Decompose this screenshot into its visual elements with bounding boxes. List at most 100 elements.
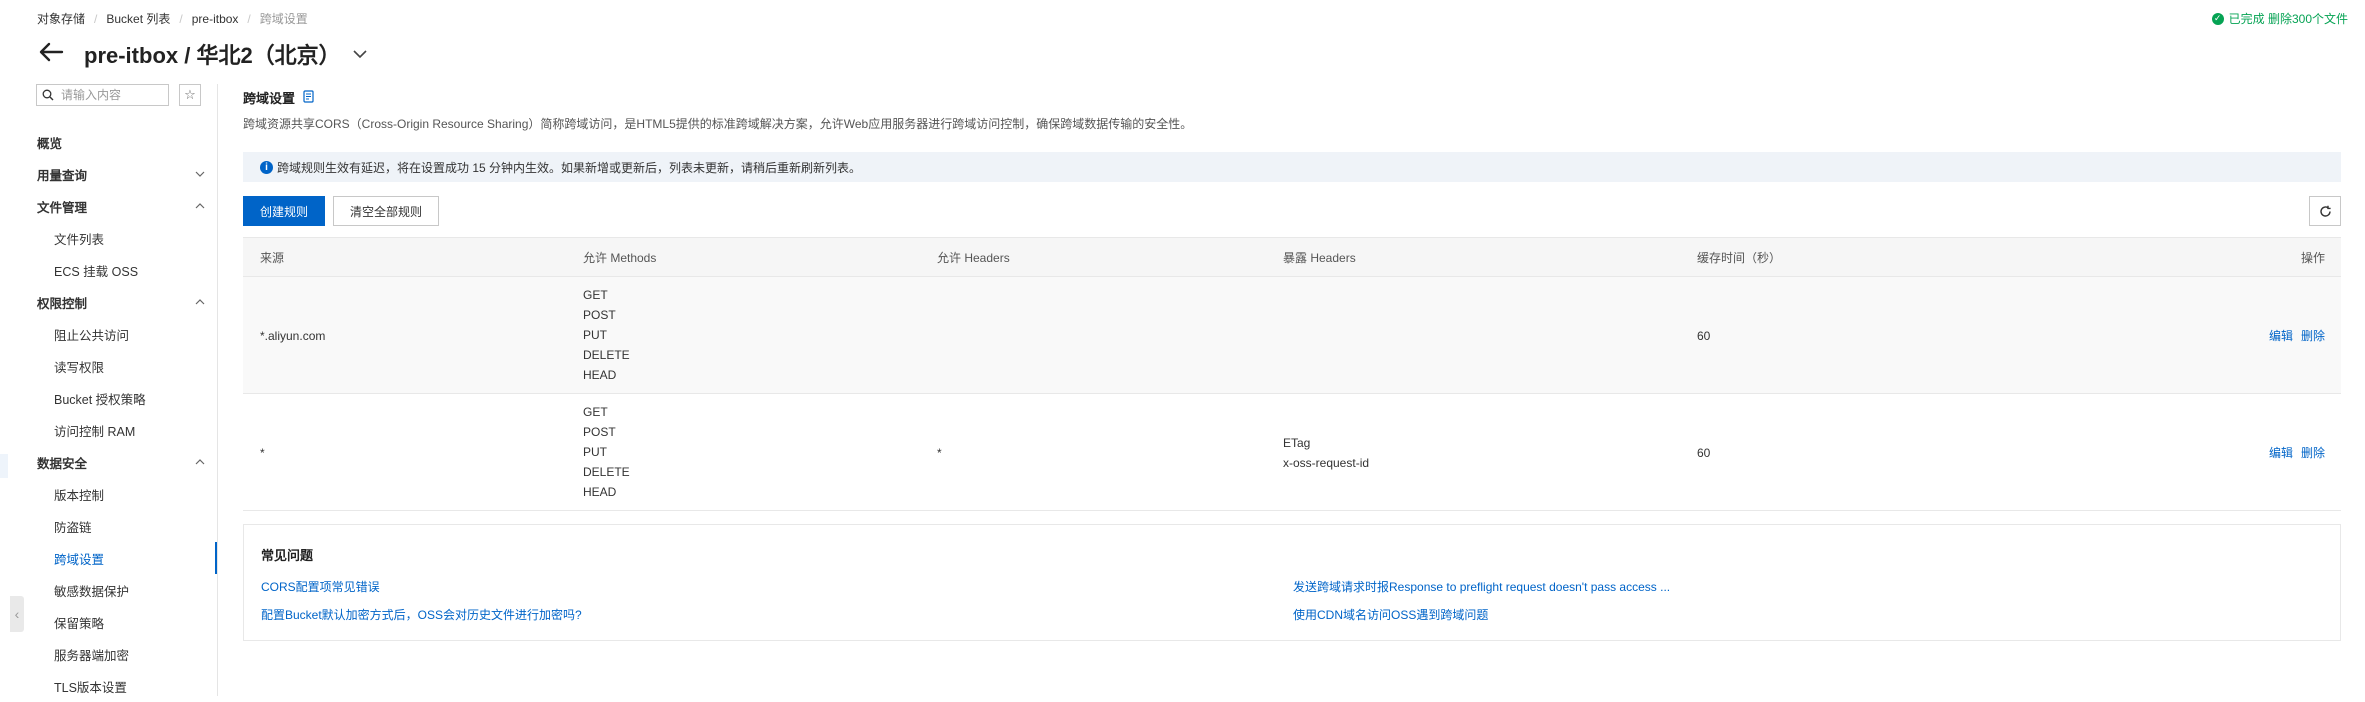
- cell-method: DELETE: [583, 465, 630, 479]
- sidebar-item[interactable]: 文件管理: [0, 190, 217, 222]
- faq-link[interactable]: 配置Bucket默认加密方式后，OSS会对历史文件进行加密吗?: [261, 606, 582, 623]
- refresh-icon: [2319, 205, 2331, 217]
- sidebar-item-label: 文件列表: [54, 232, 105, 247]
- page-title: pre-itbox / 华北2（北京）: [84, 43, 341, 68]
- refresh-button[interactable]: [2309, 196, 2341, 226]
- sidebar-item[interactable]: 概览: [0, 126, 217, 158]
- cell-method: GET: [583, 288, 608, 302]
- sidebar-item-label: 服务器端加密: [54, 648, 130, 663]
- sidebar-item[interactable]: 保留策略: [0, 606, 217, 638]
- breadcrumb-separator: /: [179, 11, 183, 26]
- cell-method: HEAD: [583, 368, 617, 382]
- clear-all-rules-button[interactable]: 清空全部规则: [333, 196, 439, 226]
- faq-link[interactable]: CORS配置项常见错误: [261, 578, 380, 595]
- faq-link[interactable]: 发送跨域请求时报Response to preflight request do…: [1293, 578, 1670, 595]
- info-icon: i: [260, 160, 273, 174]
- breadcrumb-bucket[interactable]: pre-itbox: [192, 12, 239, 26]
- sidebar-item[interactable]: Bucket 授权策略: [0, 382, 217, 414]
- edit-rule-link[interactable]: 编辑: [2269, 329, 2293, 343]
- cell-method: GET: [583, 405, 608, 419]
- sidebar-item-label: 访问控制 RAM: [54, 424, 136, 439]
- notice-banner: i 跨域规则生效有延迟，将在设置成功 15 分钟内生效。如果新增或更新后，列表未…: [243, 152, 2341, 182]
- sidebar-item[interactable]: 防盗链: [0, 510, 217, 542]
- header-methods: 允许 Methods: [583, 251, 657, 265]
- sidebar-item-label: 保留策略: [54, 616, 105, 631]
- header-cache-time: 缓存时间（秒）: [1697, 251, 1782, 265]
- sidebar-item[interactable]: TLS版本设置: [0, 670, 217, 702]
- cors-rules-table: 来源 允许 Methods 允许 Headers 暴露 Headers 缓存时间…: [243, 237, 2341, 511]
- cell-method: PUT: [583, 445, 607, 459]
- cell-operations: 编辑 删除: [2261, 326, 2325, 346]
- sidebar-item-label: 概览: [37, 136, 63, 151]
- cell-cache-time: 60: [1697, 445, 1711, 460]
- sidebar-item-label: 权限控制: [37, 296, 88, 311]
- sidebar-item-label: 敏感数据保护: [54, 584, 130, 599]
- sidebar-item[interactable]: 权限控制: [0, 286, 217, 318]
- header-expose-headers: 暴露 Headers: [1283, 251, 1356, 265]
- cell-method: HEAD: [583, 485, 617, 499]
- cell-origin: *: [260, 445, 265, 460]
- faq-title: 常见问题: [261, 548, 314, 563]
- cell-method: DELETE: [583, 348, 630, 362]
- task-status[interactable]: ✓ 已完成 删除300个文件: [2211, 10, 2348, 27]
- header-operations: 操作: [2300, 251, 2325, 265]
- cell-method: POST: [583, 425, 616, 439]
- bucket-switch-chevron-icon[interactable]: [353, 48, 367, 60]
- chevron-up-icon: [195, 459, 205, 465]
- cell-operations: 编辑 删除: [2261, 443, 2325, 463]
- sidebar-item-label: TLS版本设置: [54, 680, 127, 695]
- table-row: * GET POST PUT DELETE HEAD * ETag x-oss-request-…: [243, 394, 2341, 511]
- task-status-text: 已完成 删除300个文件: [2228, 12, 2348, 26]
- sidebar-item-label: 文件管理: [37, 200, 88, 215]
- sidebar-item[interactable]: 服务器端加密: [0, 638, 217, 670]
- sidebar-search[interactable]: [36, 84, 169, 106]
- sidebar-item[interactable]: 敏感数据保护: [0, 574, 217, 606]
- notice-text: 跨域规则生效有延迟，将在设置成功 15 分钟内生效。如果新增或更新后，列表未更新…: [277, 160, 862, 175]
- sidebar: ☆ 概览用量查询文件管理文件列表 ECS 挂载 OSS 权限控制阻止公共访问读写权限…: [0, 84, 218, 696]
- sidebar-item[interactable]: 访问控制 RAM: [0, 414, 217, 446]
- delete-rule-link[interactable]: 删除: [2301, 446, 2325, 460]
- breadcrumb-oss[interactable]: 对象存储: [37, 10, 85, 27]
- sidebar-divider: [217, 84, 218, 696]
- sidebar-item[interactable]: ECS 挂载 OSS: [0, 254, 217, 286]
- breadcrumb-bucket-list[interactable]: Bucket 列表: [106, 10, 170, 27]
- favorite-star-icon[interactable]: ☆: [179, 84, 201, 106]
- sidebar-search-input[interactable]: [59, 87, 163, 103]
- section-title: 跨域设置: [243, 88, 314, 107]
- sidebar-item[interactable]: 阻止公共访问: [0, 318, 217, 350]
- cell-expose-header: ETag: [1283, 435, 1311, 450]
- sidebar-item[interactable]: 数据安全: [0, 446, 217, 478]
- sidebar-item-label: 用量查询: [37, 168, 88, 183]
- breadcrumb-separator: /: [94, 11, 98, 26]
- create-rule-button[interactable]: 创建规则: [243, 196, 325, 226]
- edit-rule-link[interactable]: 编辑: [2269, 446, 2293, 460]
- back-arrow-icon[interactable]: [38, 39, 68, 69]
- cell-origin: *.aliyun.com: [260, 328, 326, 343]
- sidebar-item-label: 阻止公共访问: [54, 328, 130, 343]
- cell-method: PUT: [583, 328, 607, 342]
- header-origin: 来源: [260, 251, 285, 265]
- document-icon[interactable]: [303, 89, 314, 106]
- cell-method: POST: [583, 308, 616, 322]
- sidebar-collapse-handle[interactable]: ‹: [10, 596, 24, 632]
- section-description: 跨域资源共享CORS（Cross-Origin Resource Sharing…: [243, 117, 1193, 131]
- sidebar-item[interactable]: 跨域设置: [0, 542, 217, 574]
- sidebar-item[interactable]: 版本控制: [0, 478, 217, 510]
- breadcrumb-separator: /: [247, 11, 251, 26]
- sidebar-item[interactable]: 用量查询: [0, 158, 217, 190]
- cell-cache-time: 60: [1697, 328, 1711, 343]
- faq-panel: 常见问题 CORS配置项常见错误 发送跨域请求时报Response to pre…: [243, 524, 2341, 641]
- sidebar-item-label: 跨域设置: [54, 552, 105, 567]
- chevron-down-icon: [195, 171, 205, 177]
- sidebar-item-label: Bucket 授权策略: [54, 392, 146, 407]
- delete-rule-link[interactable]: 删除: [2301, 329, 2325, 343]
- sidebar-item[interactable]: 文件列表: [0, 222, 217, 254]
- sidebar-item[interactable]: 读写权限: [0, 350, 217, 382]
- faq-link[interactable]: 使用CDN域名访问OSS遇到跨域问题: [1293, 606, 1488, 623]
- table-row: *.aliyun.com GET POST PUT DELETE HEAD 60 编辑 删除: [243, 277, 2341, 394]
- title-row: pre-itbox / 华北2（北京）: [38, 36, 367, 72]
- check-circle-icon: ✓: [2211, 12, 2224, 25]
- sidebar-item-label: 版本控制: [54, 488, 105, 503]
- chevron-up-icon: [195, 299, 205, 305]
- cell-allow-headers: *: [937, 445, 942, 460]
